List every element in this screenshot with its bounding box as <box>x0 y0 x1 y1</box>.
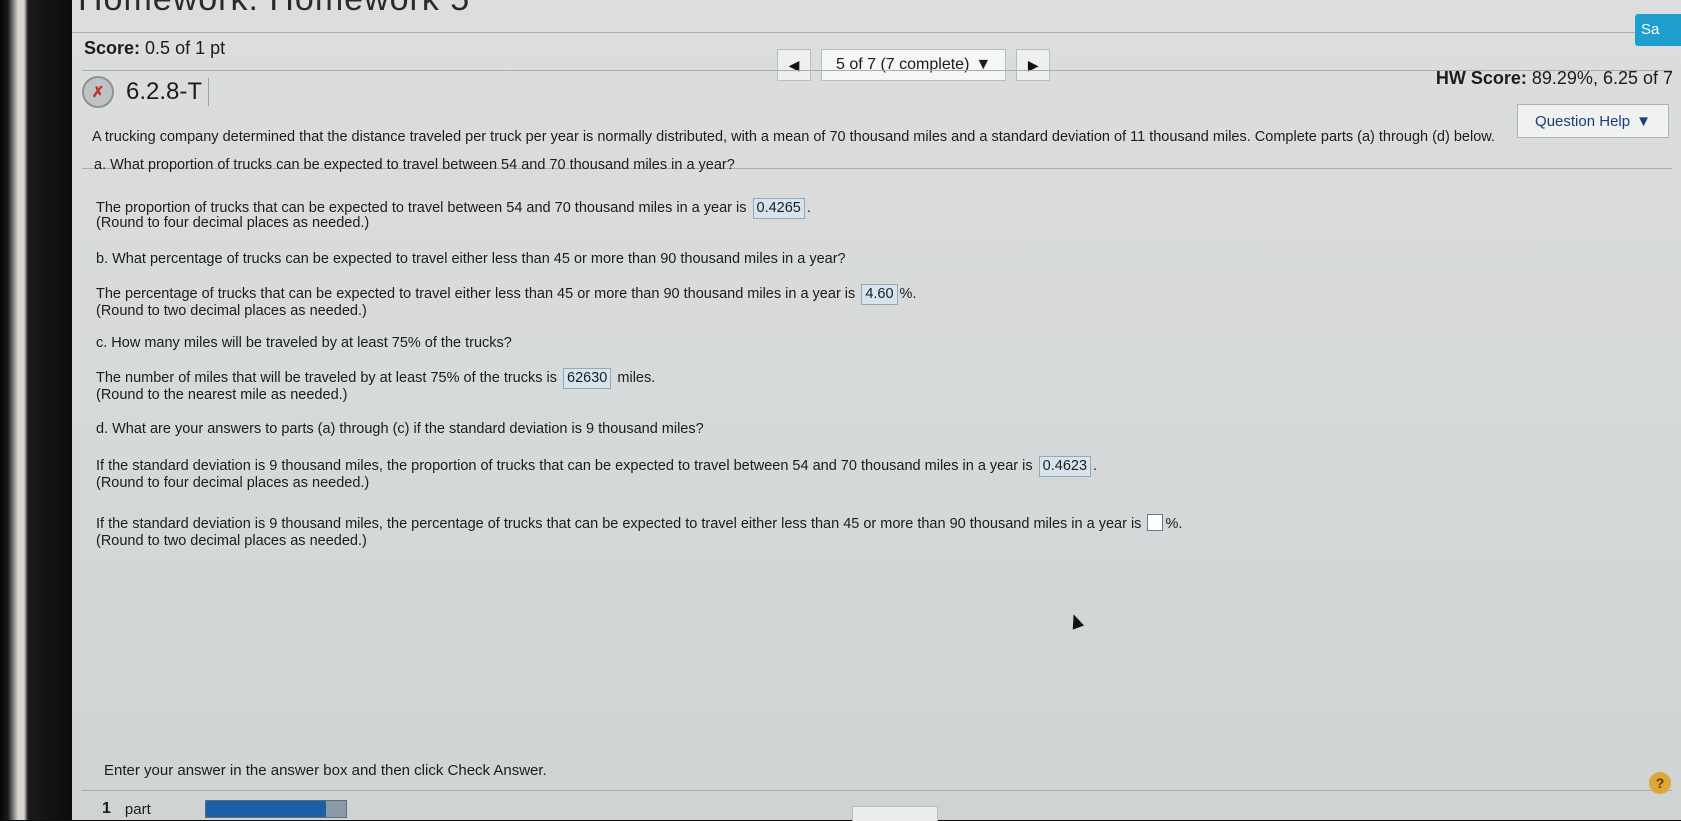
monitor-bezel <box>0 0 72 820</box>
clear-all-button[interactable] <box>852 806 938 821</box>
question-help-label: Question Help <box>1535 112 1631 130</box>
header-divider <box>82 70 1672 71</box>
part-d1-answer-suffix: . <box>1093 458 1098 474</box>
hw-score-label: HW Score: <box>1435 68 1527 88</box>
question-id: ✗ 6.2.8-T <box>82 76 210 108</box>
footer-divider <box>82 790 1672 791</box>
part-a-answer-box[interactable]: 0.4265 <box>752 198 805 219</box>
chevron-down-icon: ▼ <box>1636 112 1651 130</box>
homework-screen: Homework: Homework 5 Sa Score: 0.5 of 1 … <box>72 0 1681 821</box>
part-b-answer-box[interactable]: 4.60 <box>861 284 898 305</box>
partial-credit-icon: ✗ <box>82 76 114 108</box>
answer-instruction: Enter your answer in the answer box and … <box>104 762 547 779</box>
part-d1-rounding: (Round to four decimal places as needed.… <box>96 475 370 491</box>
chevron-down-icon: ▼ <box>975 56 992 73</box>
part-d2-rounding: (Round to two decimal places as needed.) <box>96 533 367 549</box>
score-value: 0.5 of 1 pt <box>145 38 226 58</box>
help-icon[interactable]: ? <box>1649 772 1671 794</box>
mouse-cursor-icon <box>1067 612 1085 630</box>
hw-score-display: HW Score: 89.29%, 6.25 of 7 <box>1436 68 1673 89</box>
part-b-answer-suffix: %. <box>899 286 917 302</box>
question-selector[interactable]: 5 of 7 (7 complete) ▼ <box>821 49 1007 81</box>
part-c-answer-box[interactable]: 62630 <box>563 368 612 389</box>
question-number: 6.2.8-T <box>120 78 210 106</box>
part-a-prompt: a. What proportion of trucks can be expe… <box>94 157 735 173</box>
save-button[interactable]: Sa <box>1635 14 1681 46</box>
part-a-answer-suffix: . <box>806 200 811 216</box>
part-d1-answer-box[interactable]: 0.4623 <box>1038 456 1092 477</box>
part-d2-answer-line: If the standard deviation is 9 thousand … <box>96 514 1182 534</box>
score-display: Score: 0.5 of 1 pt <box>84 38 225 59</box>
part-c-rounding: (Round to the nearest mile as needed.) <box>96 387 348 403</box>
part-d2-answer-suffix: %. <box>1165 516 1183 532</box>
part-d2-answer-text: If the standard deviation is 9 thousand … <box>96 516 1142 532</box>
question-position: 5 of 7 (7 complete) <box>836 56 970 73</box>
part-b-rounding: (Round to two decimal places as needed.) <box>96 303 367 319</box>
part-c-prompt: c. How many miles will be traveled by at… <box>96 335 512 351</box>
parts-label: part <box>124 800 151 818</box>
next-question-button[interactable]: ▶ <box>1016 49 1051 81</box>
homework-title: Homework: Homework 5 <box>78 0 470 19</box>
part-c-answer-text: The number of miles that will be travele… <box>96 370 557 386</box>
part-b-prompt: b. What percentage of trucks can be expe… <box>96 251 846 267</box>
parts-progress-bar <box>204 800 347 818</box>
parts-count: 1 <box>102 800 111 817</box>
question-help-button[interactable]: Question Help ▼ <box>1517 104 1669 138</box>
part-c-answer-suffix: miles. <box>617 370 656 386</box>
part-d1-answer-text: If the standard deviation is 9 thousand … <box>96 458 1033 474</box>
question-intro: A trucking company determined that the d… <box>92 129 1495 145</box>
part-a-rounding: (Round to four decimal places as needed.… <box>96 215 370 231</box>
parts-indicator: 1 part <box>102 800 347 818</box>
part-b-answer-text: The percentage of trucks that can be exp… <box>96 286 856 302</box>
part-d2-answer-input[interactable] <box>1147 514 1164 531</box>
title-bar: Homework: Homework 5 <box>72 0 1681 33</box>
previous-question-button[interactable]: ◀ <box>777 49 811 81</box>
score-label: Score: <box>84 38 141 58</box>
question-navigator: ◀ 5 of 7 (7 complete) ▼ ▶ <box>777 48 1051 82</box>
part-d-prompt: d. What are your answers to parts (a) th… <box>96 421 704 437</box>
hw-score-value: 89.29%, 6.25 of 7 <box>1531 68 1673 88</box>
